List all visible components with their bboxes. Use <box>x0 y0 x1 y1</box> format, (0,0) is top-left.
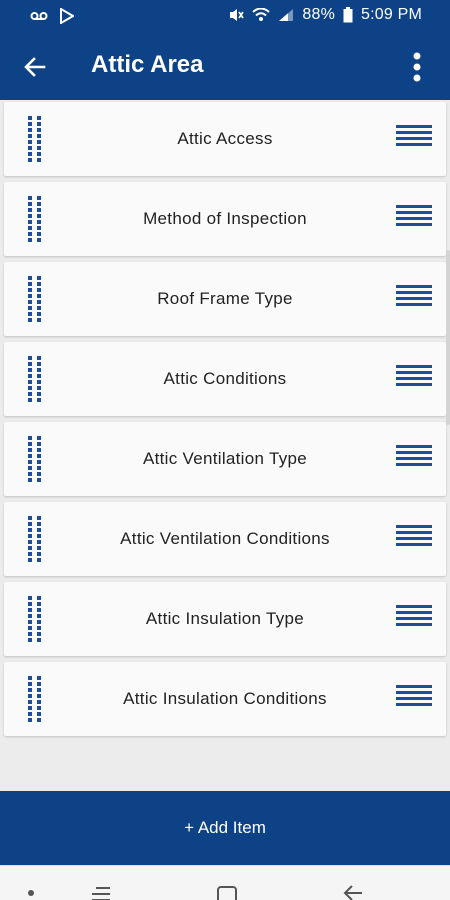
drag-handle-icon[interactable] <box>28 596 48 642</box>
drag-handle-icon[interactable] <box>28 516 48 562</box>
system-nav-bar <box>0 865 450 900</box>
hamburger-menu-icon[interactable] <box>396 285 432 313</box>
list-item-label: Attic Ventilation Conditions <box>120 529 330 548</box>
scrollbar[interactable] <box>446 250 450 425</box>
clock: 5:09 PM <box>361 6 422 23</box>
nav-dot-icon <box>28 890 34 896</box>
page-title: Attic Area <box>91 51 204 78</box>
back-arrow-icon <box>24 57 46 77</box>
list-item-label: Attic Insulation Type <box>145 609 305 628</box>
voicemail-icon <box>30 12 48 20</box>
hamburger-menu-icon[interactable] <box>396 525 432 553</box>
list-item[interactable]: Roof Frame Type <box>4 262 446 336</box>
mute-icon <box>230 9 245 21</box>
wifi-icon <box>252 8 271 21</box>
more-vertical-icon <box>413 52 421 82</box>
system-back-icon[interactable] <box>342 884 364 900</box>
list-item[interactable]: Attic Ventilation Type <box>4 422 446 496</box>
more-options-button[interactable] <box>396 46 438 88</box>
hamburger-menu-icon[interactable] <box>396 365 432 393</box>
list-item-label: Attic Insulation Conditions <box>123 689 327 708</box>
recents-icon[interactable] <box>90 886 112 900</box>
list-item[interactable]: Attic Ventilation Conditions <box>4 502 446 576</box>
status-bar: 88% 5:09 PM <box>0 0 450 34</box>
item-list: Attic Access Method of Inspection Roof F… <box>4 102 446 742</box>
drag-handle-icon[interactable] <box>28 436 48 482</box>
list-item[interactable]: Attic Insulation Type <box>4 582 446 656</box>
home-icon[interactable] <box>217 886 237 900</box>
hamburger-menu-icon[interactable] <box>396 205 432 233</box>
status-bar-right: 88% 5:09 PM <box>228 6 422 24</box>
status-bar-left <box>30 8 74 24</box>
drag-handle-icon[interactable] <box>28 116 48 162</box>
hamburger-menu-icon[interactable] <box>396 685 432 713</box>
list-item-label: Attic Conditions <box>163 369 287 388</box>
battery-icon <box>343 7 353 23</box>
list-item-label: Method of Inspection <box>143 209 307 228</box>
list-item-label: Attic Ventilation Type <box>142 449 308 468</box>
list-item[interactable]: Attic Insulation Conditions <box>4 662 446 736</box>
list-item[interactable]: Method of Inspection <box>4 182 446 256</box>
drag-handle-icon[interactable] <box>28 196 48 242</box>
add-item-button[interactable]: + Add Item <box>0 791 450 865</box>
list-item[interactable]: Attic Access <box>4 102 446 176</box>
hamburger-menu-icon[interactable] <box>396 125 432 153</box>
battery-percent: 88% <box>302 6 335 23</box>
drag-handle-icon[interactable] <box>28 276 48 322</box>
drag-handle-icon[interactable] <box>28 676 48 722</box>
signal-icon <box>279 9 294 21</box>
list-item-label: Attic Access <box>177 129 273 148</box>
add-item-label: + Add Item <box>184 818 266 837</box>
back-button[interactable] <box>14 46 56 88</box>
hamburger-menu-icon[interactable] <box>396 605 432 633</box>
play-store-icon <box>60 8 74 24</box>
drag-handle-icon[interactable] <box>28 356 48 402</box>
list-item-label: Roof Frame Type <box>157 289 293 308</box>
app-bar: Attic Area <box>0 34 450 100</box>
list-item[interactable]: Attic Conditions <box>4 342 446 416</box>
hamburger-menu-icon[interactable] <box>396 445 432 473</box>
